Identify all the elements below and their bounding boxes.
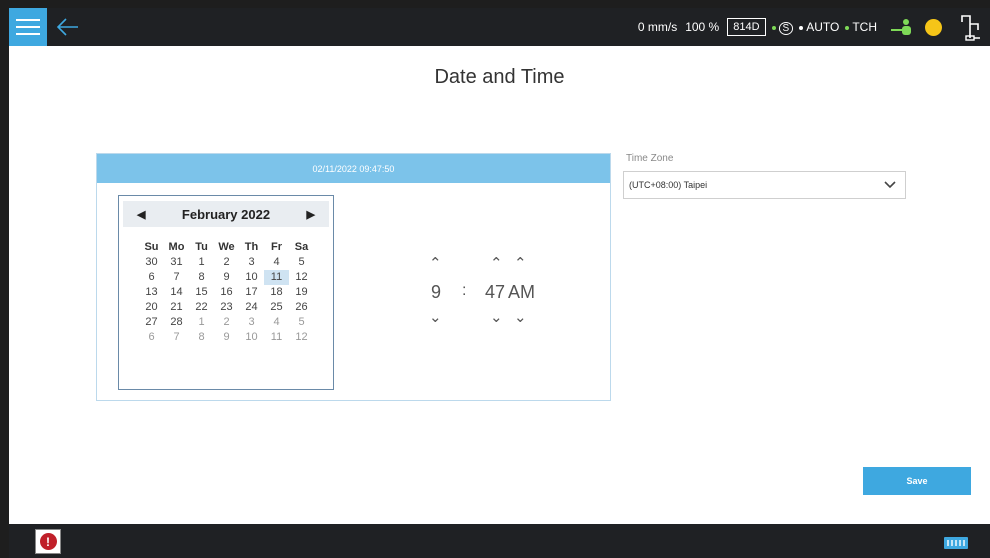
calendar-day-other-month[interactable]: 11 [264, 330, 289, 345]
speed-readout: 0 mm/s [637, 20, 678, 34]
ampm-value[interactable]: AM [508, 282, 535, 303]
calendar-day[interactable]: 5 [289, 255, 314, 270]
minute-value[interactable]: 47 [485, 282, 505, 303]
calendar-day-other-month[interactable]: 1 [189, 315, 214, 330]
calendar-day-selected[interactable]: 11 [264, 270, 289, 285]
ampm-down-icon[interactable]: ⌄ [514, 308, 527, 326]
calendar-header: ◀ February 2022 ▶ [123, 201, 329, 227]
calendar-day[interactable]: 27 [139, 315, 164, 330]
calendar-day[interactable]: 10 [239, 270, 264, 285]
calendar-day-other-month[interactable]: 5 [289, 315, 314, 330]
calendar-day-other-month[interactable]: 9 [214, 330, 239, 345]
alert-button[interactable]: ! [35, 529, 61, 554]
connection-status-icon[interactable] [889, 17, 915, 37]
calendar-day[interactable]: 23 [214, 300, 239, 315]
calendar-day[interactable]: 13 [139, 285, 164, 300]
hour-value[interactable]: 9 [431, 282, 441, 303]
next-month-icon[interactable]: ▶ [307, 208, 315, 221]
calendar-day-other-month[interactable]: 2 [214, 315, 239, 330]
calendar-week: 6 7 8 9 10 11 12 [139, 330, 314, 345]
timezone-select[interactable]: (UTC+08:00) Taipei [623, 171, 906, 199]
calendar-day-other-month[interactable]: 10 [239, 330, 264, 345]
calendar-day[interactable]: 26 [289, 300, 314, 315]
time-separator: : [462, 282, 467, 299]
calendar-grid: Su Mo Tu We Th Fr Sa 30 31 1 2 3 4 5 6 7… [139, 240, 314, 345]
calendar-day[interactable]: 8 [189, 270, 214, 285]
current-datetime: 02/11/2022 09:47:50 [97, 154, 610, 183]
robot-arm-icon[interactable] [956, 12, 984, 42]
calendar-week: 20 21 22 23 24 25 26 [139, 300, 314, 315]
calendar-day[interactable]: 2 [214, 255, 239, 270]
alert-icon: ! [39, 533, 57, 550]
keyboard-icon[interactable] [944, 537, 968, 549]
calendar-day-other-month[interactable]: 4 [264, 315, 289, 330]
mode-tch-indicator: TCH [845, 20, 877, 34]
ampm-up-icon[interactable]: ⌃ [514, 254, 527, 272]
calendar-day[interactable]: 1 [189, 255, 214, 270]
menu-button[interactable] [9, 8, 47, 46]
calendar-day[interactable]: 25 [264, 300, 289, 315]
main-content: Date and Time 02/11/2022 09:47:50 ◀ Febr… [9, 46, 990, 524]
hour-down-icon[interactable]: ⌄ [429, 308, 442, 326]
calendar-day[interactable]: 7 [164, 270, 189, 285]
timezone-value: (UTC+08:00) Taipei [629, 180, 708, 190]
calendar-month-label[interactable]: February 2022 [182, 207, 270, 222]
calendar-day[interactable]: 30 [139, 255, 164, 270]
calendar-day[interactable]: 19 [289, 285, 314, 300]
hour-up-icon[interactable]: ⌃ [429, 254, 442, 272]
chevron-down-icon [884, 181, 896, 189]
safety-s-icon: S [778, 22, 794, 35]
back-arrow-icon[interactable] [53, 12, 83, 42]
prev-month-icon[interactable]: ◀ [137, 208, 145, 221]
mode-auto-indicator: AUTO [799, 20, 839, 34]
override-readout: 100 % [685, 20, 720, 34]
calendar-day[interactable]: 15 [189, 285, 214, 300]
calendar-day[interactable]: 12 [289, 270, 314, 285]
hamburger-icon [16, 19, 40, 21]
bottom-bar: ! [9, 524, 990, 558]
calendar-day[interactable]: 9 [214, 270, 239, 285]
timezone-label: Time Zone [626, 153, 674, 164]
page-title: Date and Time [434, 66, 565, 88]
calendar-week: 30 31 1 2 3 4 5 [139, 255, 314, 270]
safety-indicator: S [771, 20, 794, 35]
calendar-day-other-month[interactable]: 3 [239, 315, 264, 330]
minute-down-icon[interactable]: ⌄ [490, 308, 503, 326]
calendar-day-other-month[interactable]: 8 [189, 330, 214, 345]
calendar-day[interactable]: 28 [164, 315, 189, 330]
calendar-day[interactable]: 3 [239, 255, 264, 270]
calendar-day[interactable]: 21 [164, 300, 189, 315]
robot-id-badge[interactable]: 814D [727, 18, 766, 36]
calendar-week: 13 14 15 16 17 18 19 [139, 285, 314, 300]
calendar-day-other-month[interactable]: 6 [139, 330, 164, 345]
calendar-day[interactable]: 17 [239, 285, 264, 300]
save-button[interactable]: Save [863, 467, 971, 495]
weekday-row: Su Mo Tu We Th Fr Sa [139, 240, 314, 255]
calendar: ◀ February 2022 ▶ Su Mo Tu We Th Fr Sa 3… [118, 195, 334, 390]
calendar-day-other-month[interactable]: 7 [164, 330, 189, 345]
minute-up-icon[interactable]: ⌃ [490, 254, 503, 272]
calendar-week: 6 7 8 9 10 11 12 [139, 270, 314, 285]
status-light-icon[interactable] [925, 18, 942, 36]
calendar-day[interactable]: 31 [164, 255, 189, 270]
calendar-day[interactable]: 20 [139, 300, 164, 315]
calendar-day[interactable]: 14 [164, 285, 189, 300]
calendar-day[interactable]: 6 [139, 270, 164, 285]
calendar-day[interactable]: 18 [264, 285, 289, 300]
calendar-day[interactable]: 22 [189, 300, 214, 315]
calendar-day[interactable]: 4 [264, 255, 289, 270]
calendar-day[interactable]: 16 [214, 285, 239, 300]
calendar-week: 27 28 1 2 3 4 5 [139, 315, 314, 330]
top-bar: 0 mm/s 100 % 814D S AUTO TCH [9, 8, 990, 46]
status-area: 0 mm/s 100 % 814D S AUTO TCH [638, 8, 990, 46]
datetime-panel: 02/11/2022 09:47:50 ◀ February 2022 ▶ Su… [96, 153, 611, 401]
calendar-day[interactable]: 24 [239, 300, 264, 315]
time-picker: ⌃ ⌃ ⌃ 9 : 47 AM ⌄ ⌄ ⌄ [417, 232, 547, 326]
calendar-day-other-month[interactable]: 12 [289, 330, 314, 345]
